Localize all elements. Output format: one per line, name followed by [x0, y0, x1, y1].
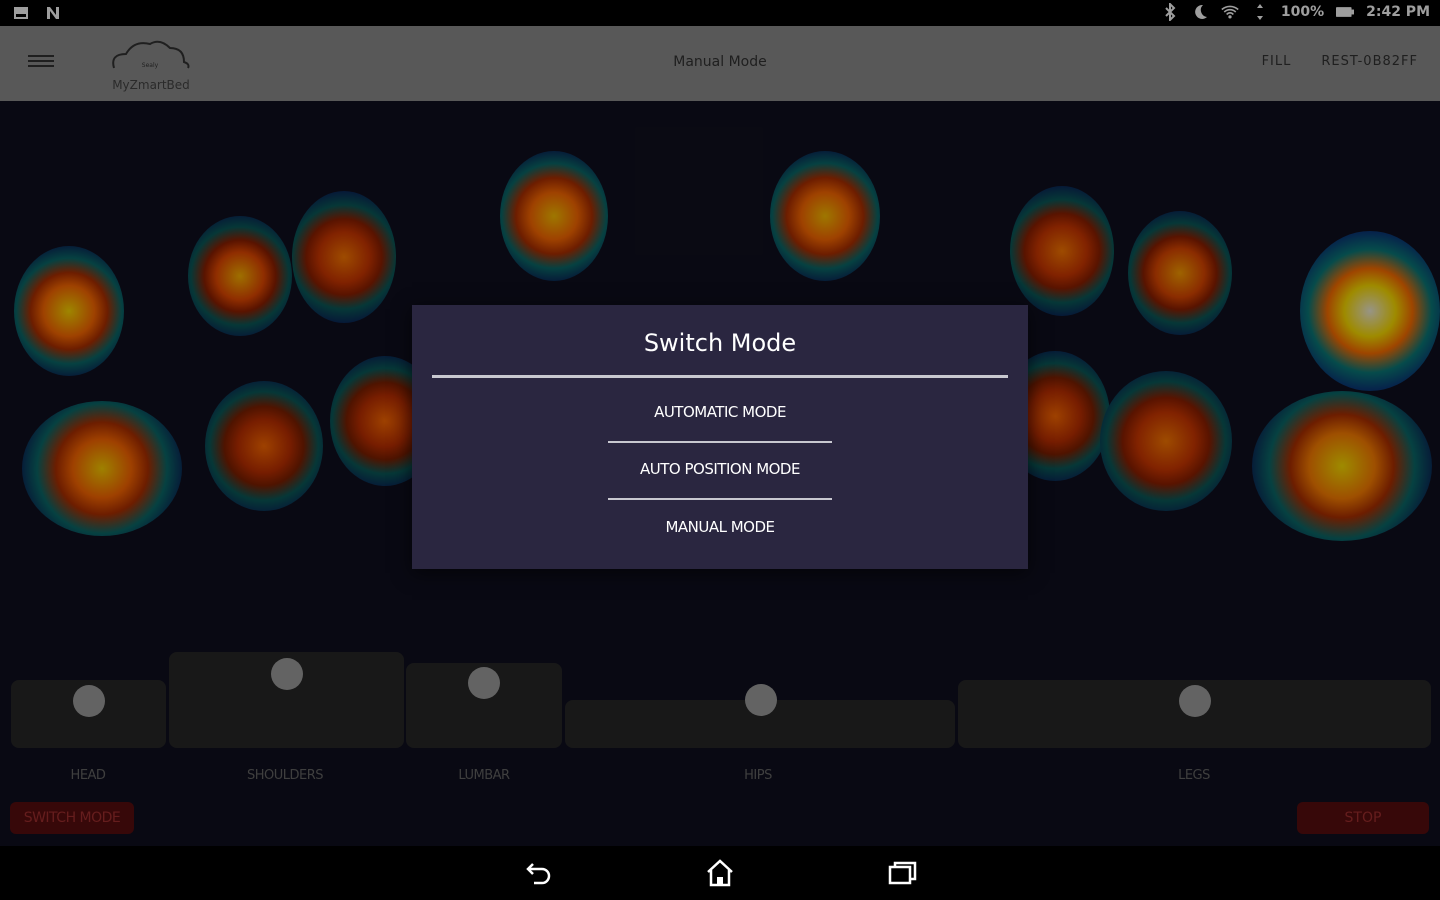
option-separator — [608, 441, 832, 443]
option-separator — [608, 498, 832, 500]
nav-bar — [0, 846, 1440, 900]
dialog-title: Switch Mode — [643, 329, 797, 357]
option-auto-position-mode[interactable]: AUTO POSITION MODE — [412, 460, 1028, 478]
screen: 100% 2:42 PM Sealy MyZmartBed Manual Mod… — [0, 0, 1440, 900]
back-icon[interactable] — [522, 858, 556, 888]
option-manual-mode[interactable]: MANUAL MODE — [412, 518, 1028, 536]
recents-icon[interactable] — [886, 858, 920, 888]
home-icon[interactable] — [703, 858, 737, 888]
option-automatic-mode[interactable]: AUTOMATIC MODE — [412, 403, 1028, 421]
dialog-divider — [432, 375, 1008, 378]
switch-mode-dialog: Switch Mode AUTOMATIC MODE AUTO POSITION… — [412, 305, 1028, 569]
